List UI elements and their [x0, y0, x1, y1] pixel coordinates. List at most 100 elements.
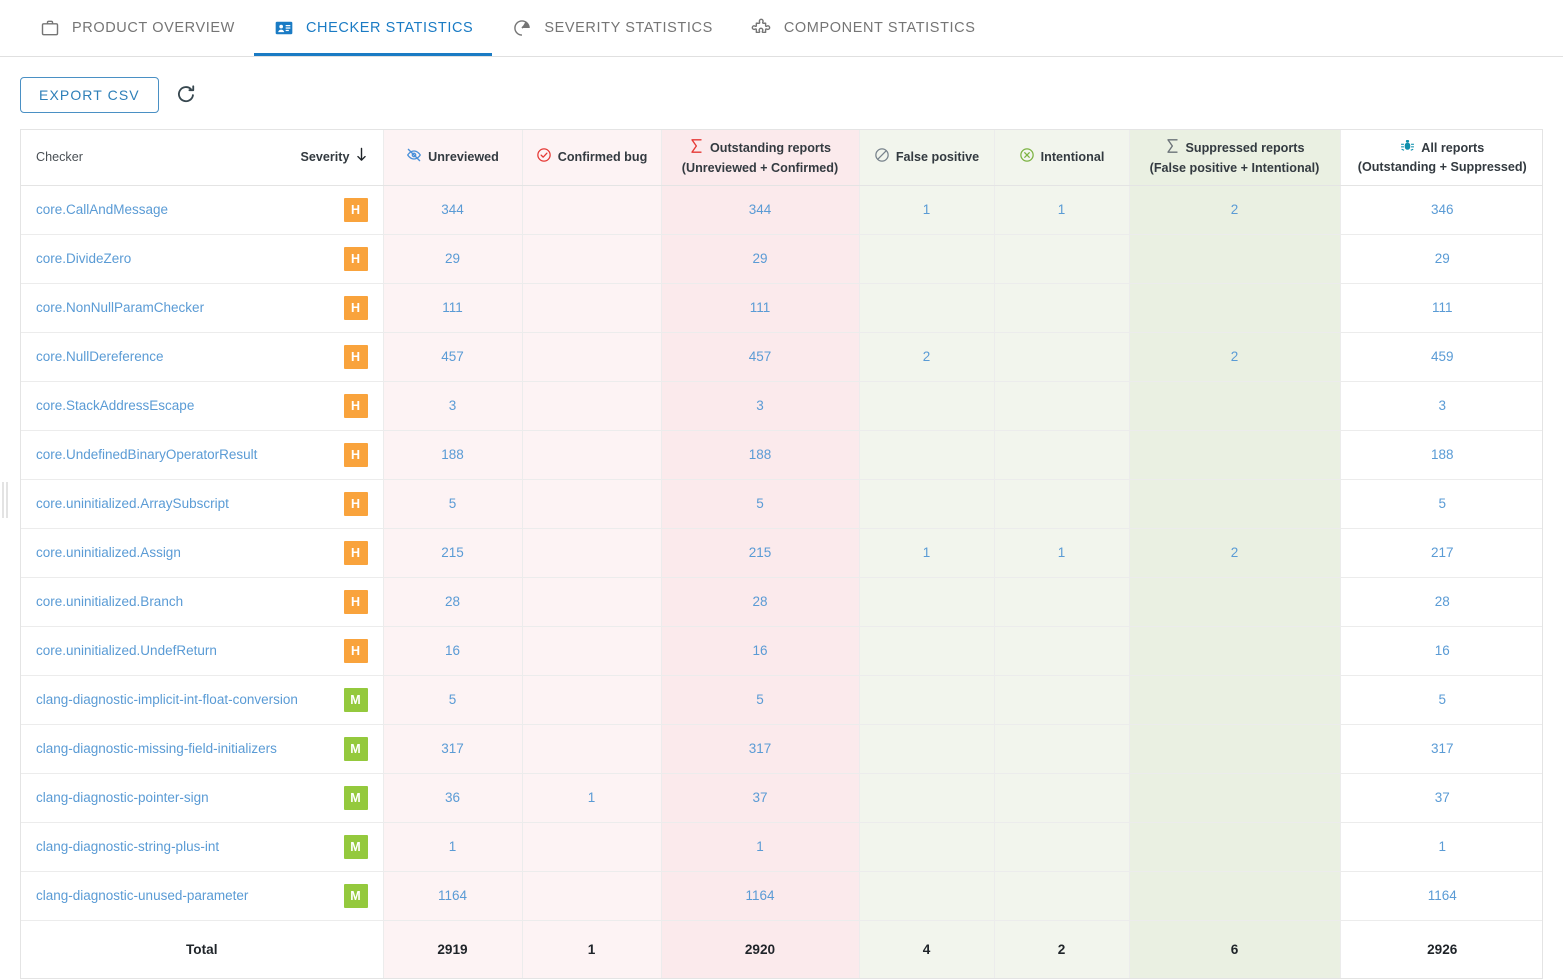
- refresh-button[interactable]: [173, 82, 199, 108]
- column-header-outstanding-reports[interactable]: Outstanding reports (Unreviewed + Confir…: [661, 130, 860, 186]
- sidebar-resize-handle[interactable]: [2, 482, 10, 518]
- cell-unreviewed[interactable]: 5: [383, 479, 523, 529]
- cell-intentional[interactable]: 1: [994, 528, 1130, 578]
- column-header-all-reports[interactable]: All reports (Outstanding + Suppressed): [1340, 130, 1542, 186]
- cell-outstanding[interactable]: 111: [661, 283, 860, 333]
- severity-badge[interactable]: M: [343, 687, 368, 712]
- tab-component-statistics[interactable]: COMPONENT STATISTICS: [732, 0, 995, 56]
- cell-all-reports[interactable]: 111: [1340, 283, 1542, 333]
- checker-name-link[interactable]: core.UndefinedBinaryOperatorResult: [36, 447, 257, 462]
- cell-outstanding[interactable]: 457: [661, 332, 860, 382]
- cell-unreviewed[interactable]: 29: [383, 234, 523, 284]
- severity-badge[interactable]: H: [343, 638, 368, 663]
- column-header-checker[interactable]: Checker Severity: [21, 130, 384, 186]
- cell-outstanding[interactable]: 16: [661, 626, 860, 676]
- column-header-suppressed-reports[interactable]: Suppressed reports (False positive + Int…: [1129, 130, 1341, 186]
- cell-outstanding[interactable]: 188: [661, 430, 860, 480]
- checker-name-link[interactable]: core.StackAddressEscape: [36, 398, 194, 413]
- cell-outstanding[interactable]: 344: [661, 185, 860, 235]
- checker-name-link[interactable]: clang-diagnostic-unused-parameter: [36, 888, 248, 903]
- tab-product-overview[interactable]: PRODUCT OVERVIEW: [20, 0, 254, 56]
- checker-name-link[interactable]: core.CallAndMessage: [36, 202, 168, 217]
- cell-outstanding[interactable]: 28: [661, 577, 860, 627]
- severity-badge[interactable]: H: [343, 344, 368, 369]
- severity-badge[interactable]: H: [343, 197, 368, 222]
- cell-confirmed[interactable]: 1: [522, 773, 662, 823]
- cell-outstanding[interactable]: 215: [661, 528, 860, 578]
- cell-suppressed[interactable]: 2: [1129, 185, 1341, 235]
- checker-name-link[interactable]: core.NullDereference: [36, 349, 164, 364]
- cell-unreviewed[interactable]: 111: [383, 283, 523, 333]
- severity-badge[interactable]: H: [343, 540, 368, 565]
- checker-name-link[interactable]: core.uninitialized.UndefReturn: [36, 643, 217, 658]
- export-csv-button[interactable]: EXPORT CSV: [20, 77, 159, 113]
- cell-all-reports[interactable]: 346: [1340, 185, 1542, 235]
- tab-severity-statistics[interactable]: SEVERITY STATISTICS: [492, 0, 732, 56]
- cell-suppressed[interactable]: 2: [1129, 332, 1341, 382]
- cell-unreviewed[interactable]: 317: [383, 724, 523, 774]
- checker-name-link[interactable]: core.uninitialized.Assign: [36, 545, 181, 560]
- cell-unreviewed[interactable]: 5: [383, 675, 523, 725]
- checker-name-link[interactable]: clang-diagnostic-missing-field-initializ…: [36, 741, 277, 756]
- cell-suppressed[interactable]: 2: [1129, 528, 1341, 578]
- checker-name-link[interactable]: core.uninitialized.Branch: [36, 594, 183, 609]
- cell-all-reports[interactable]: 3: [1340, 381, 1542, 431]
- cell-outstanding[interactable]: 29: [661, 234, 860, 284]
- sort-descending-arrow-icon[interactable]: [355, 147, 368, 167]
- cell-unreviewed[interactable]: 16: [383, 626, 523, 676]
- column-header-confirmed-bug[interactable]: Confirmed bug: [522, 130, 662, 186]
- checker-name-link[interactable]: clang-diagnostic-string-plus-int: [36, 839, 219, 854]
- severity-badge[interactable]: H: [343, 491, 368, 516]
- cell-unreviewed[interactable]: 36: [383, 773, 523, 823]
- cell-all-reports[interactable]: 1: [1340, 822, 1542, 872]
- cell-all-reports[interactable]: 16: [1340, 626, 1542, 676]
- checker-name-link[interactable]: clang-diagnostic-pointer-sign: [36, 790, 209, 805]
- cell-unreviewed[interactable]: 3: [383, 381, 523, 431]
- tab-checker-statistics[interactable]: CHECKER STATISTICS: [253, 0, 493, 56]
- cell-all-reports[interactable]: 37: [1340, 773, 1542, 823]
- severity-badge[interactable]: M: [343, 736, 368, 761]
- cell-all-reports[interactable]: 28: [1340, 577, 1542, 627]
- cell-all-reports[interactable]: 29: [1340, 234, 1542, 284]
- cell-outstanding[interactable]: 5: [661, 675, 860, 725]
- cell-unreviewed[interactable]: 457: [383, 332, 523, 382]
- cell-outstanding[interactable]: 317: [661, 724, 860, 774]
- checker-name-link[interactable]: core.uninitialized.ArraySubscript: [36, 496, 229, 511]
- cell-outstanding[interactable]: 37: [661, 773, 860, 823]
- cell-unreviewed[interactable]: 188: [383, 430, 523, 480]
- severity-badge[interactable]: M: [343, 785, 368, 810]
- severity-badge[interactable]: M: [343, 883, 368, 908]
- column-header-unreviewed[interactable]: Unreviewed: [383, 130, 523, 186]
- cell-all-reports[interactable]: 5: [1340, 675, 1542, 725]
- severity-badge[interactable]: H: [343, 589, 368, 614]
- cell-false-positive[interactable]: 2: [859, 332, 995, 382]
- severity-badge[interactable]: H: [343, 442, 368, 467]
- severity-badge[interactable]: M: [343, 834, 368, 859]
- cell-outstanding[interactable]: 1: [661, 822, 860, 872]
- cell-unreviewed[interactable]: 344: [383, 185, 523, 235]
- checker-name-link[interactable]: clang-diagnostic-implicit-int-float-conv…: [36, 692, 298, 707]
- severity-badge[interactable]: H: [343, 393, 368, 418]
- cell-outstanding[interactable]: 1164: [661, 871, 860, 921]
- cell-all-reports[interactable]: 459: [1340, 332, 1542, 382]
- cell-outstanding[interactable]: 3: [661, 381, 860, 431]
- cell-intentional[interactable]: 1: [994, 185, 1130, 235]
- cell-false-positive[interactable]: 1: [859, 185, 995, 235]
- checker-name-link[interactable]: core.DivideZero: [36, 251, 131, 266]
- cell-unreviewed[interactable]: 28: [383, 577, 523, 627]
- cell-all-reports[interactable]: 188: [1340, 430, 1542, 480]
- column-header-intentional[interactable]: Intentional: [994, 130, 1130, 186]
- cell-unreviewed[interactable]: 1164: [383, 871, 523, 921]
- cell-unreviewed[interactable]: 215: [383, 528, 523, 578]
- severity-badge[interactable]: H: [343, 295, 368, 320]
- severity-badge[interactable]: H: [343, 246, 368, 271]
- cell-unreviewed[interactable]: 1: [383, 822, 523, 872]
- cell-all-reports[interactable]: 1164: [1340, 871, 1542, 921]
- cell-all-reports[interactable]: 5: [1340, 479, 1542, 529]
- checker-name-link[interactable]: core.NonNullParamChecker: [36, 300, 204, 315]
- column-header-false-positive[interactable]: False positive: [859, 130, 995, 186]
- cell-all-reports[interactable]: 217: [1340, 528, 1542, 578]
- cell-all-reports[interactable]: 317: [1340, 724, 1542, 774]
- cell-outstanding[interactable]: 5: [661, 479, 860, 529]
- cell-false-positive[interactable]: 1: [859, 528, 995, 578]
